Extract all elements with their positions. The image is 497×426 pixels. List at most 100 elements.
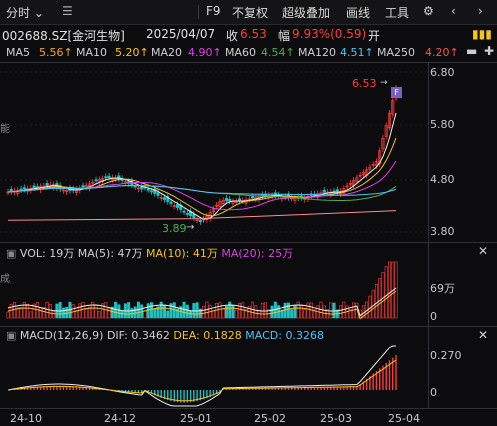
volume-bar	[221, 308, 225, 319]
macd-dif: DIF: 0.3462	[106, 329, 170, 342]
volume-bar	[13, 301, 17, 319]
date-tick: 25-02	[254, 412, 286, 425]
candle-body	[94, 179, 98, 182]
macd-tick: 0.270	[430, 349, 462, 362]
close-icon[interactable]: ✕	[478, 244, 488, 258]
volume-bar	[189, 310, 193, 319]
volume-bar	[159, 301, 163, 319]
low-annotation: 3.89	[162, 222, 187, 235]
candle-body	[156, 192, 160, 196]
price-tick: 3.80	[430, 225, 455, 238]
volume-bar	[202, 306, 206, 319]
candle-body	[198, 219, 202, 223]
candle-body	[228, 198, 232, 202]
expand-icon[interactable]: ▣	[6, 329, 16, 342]
candle-body	[182, 210, 186, 213]
candle-body	[185, 213, 189, 215]
candle-body	[104, 176, 108, 179]
candle-body	[35, 186, 39, 188]
volume-legend: ▣ VOL: 19万 MA(5): 47万 MA(10): 41万 MA(20)…	[6, 245, 293, 261]
candle-body	[107, 175, 111, 178]
volume-bar	[45, 301, 49, 319]
kline-chart[interactable]	[0, 0, 497, 426]
volume-bar	[296, 301, 300, 319]
candle-body	[45, 183, 49, 186]
close-icon[interactable]: ✕	[478, 328, 488, 342]
volume-bar	[107, 308, 111, 319]
volume-bar	[163, 304, 167, 319]
volume-bar	[97, 311, 101, 319]
vol-ma20: MA(20): 25万	[221, 247, 294, 260]
flag-badge[interactable]: F	[391, 87, 402, 98]
candle-body	[192, 214, 196, 218]
date-tick: 25-03	[320, 412, 352, 425]
side-tab[interactable]: 成	[0, 270, 10, 285]
high-annotation: 6.53	[352, 77, 377, 90]
volume-bar	[61, 307, 65, 319]
macd-tick: 0	[430, 386, 437, 399]
volume-bar	[149, 302, 153, 319]
volume-bar	[290, 309, 294, 319]
side-tab[interactable]: 能	[0, 120, 10, 135]
candle-body	[162, 197, 167, 200]
price-tick: 5.80	[430, 118, 455, 131]
volume-bar	[52, 311, 56, 319]
vol-value: VOL: 19万	[19, 247, 75, 260]
expand-icon[interactable]: ▣	[6, 247, 16, 260]
vol-tick: 69万	[430, 282, 455, 295]
volume-bar	[146, 303, 150, 319]
volume-bar	[143, 310, 147, 319]
macd-dea: DEA: 0.1828	[173, 329, 242, 342]
arrow-right-icon: →	[380, 78, 388, 88]
volume-bar	[371, 289, 375, 319]
volume-bar	[378, 278, 382, 319]
price-tick: 4.80	[430, 173, 455, 186]
candle-body	[322, 189, 326, 193]
ma5-line	[7, 112, 397, 220]
volume-bar	[9, 303, 13, 319]
volume-bar	[29, 311, 33, 319]
price-tick: 6.80	[430, 66, 455, 79]
volume-bar	[74, 311, 78, 319]
candle-body	[22, 187, 26, 190]
volume-bar	[127, 302, 131, 319]
volume-bar	[374, 283, 378, 319]
date-tick: 25-04	[388, 412, 420, 425]
volume-bar	[195, 302, 199, 319]
candle-body	[19, 188, 23, 191]
volume-bar	[19, 307, 23, 319]
volume-bar	[153, 308, 157, 319]
volume-bar	[117, 304, 121, 319]
volume-bar	[26, 303, 30, 319]
vol-ma10: MA(10): 41万	[146, 247, 218, 260]
arrow-right-icon: →	[186, 222, 195, 233]
volume-bar	[58, 302, 62, 319]
candle-body	[149, 190, 154, 193]
volume-bar	[306, 302, 310, 319]
volume-bar	[185, 304, 189, 319]
volume-bar	[39, 307, 43, 319]
volume-bar	[322, 305, 326, 319]
volume-bar	[94, 304, 98, 319]
vol-ma5: MA(5): 47万	[77, 247, 143, 260]
vol-tick: 0	[430, 310, 437, 323]
volume-bar	[211, 310, 215, 319]
volume-bar	[231, 305, 235, 319]
candle-body	[250, 196, 255, 199]
volume-bar	[234, 310, 238, 319]
volume-bar	[84, 307, 88, 319]
candle-body	[32, 185, 36, 189]
macd-legend: ▣ MACD(12,26,9) DIF: 0.3462 DEA: 0.1828 …	[6, 329, 324, 342]
volume-bar	[133, 306, 137, 319]
macd-title: MACD(12,26,9)	[19, 329, 104, 342]
volume-bar	[339, 305, 343, 319]
volume-bar	[299, 305, 303, 319]
volume-bar	[254, 305, 258, 319]
candle-body	[224, 198, 229, 202]
dif-line	[7, 345, 396, 407]
volume-bar	[394, 261, 398, 319]
volume-bar	[78, 303, 82, 319]
volume-bar	[387, 261, 391, 319]
volume-bar	[270, 305, 274, 319]
ma20-line	[7, 160, 397, 211]
